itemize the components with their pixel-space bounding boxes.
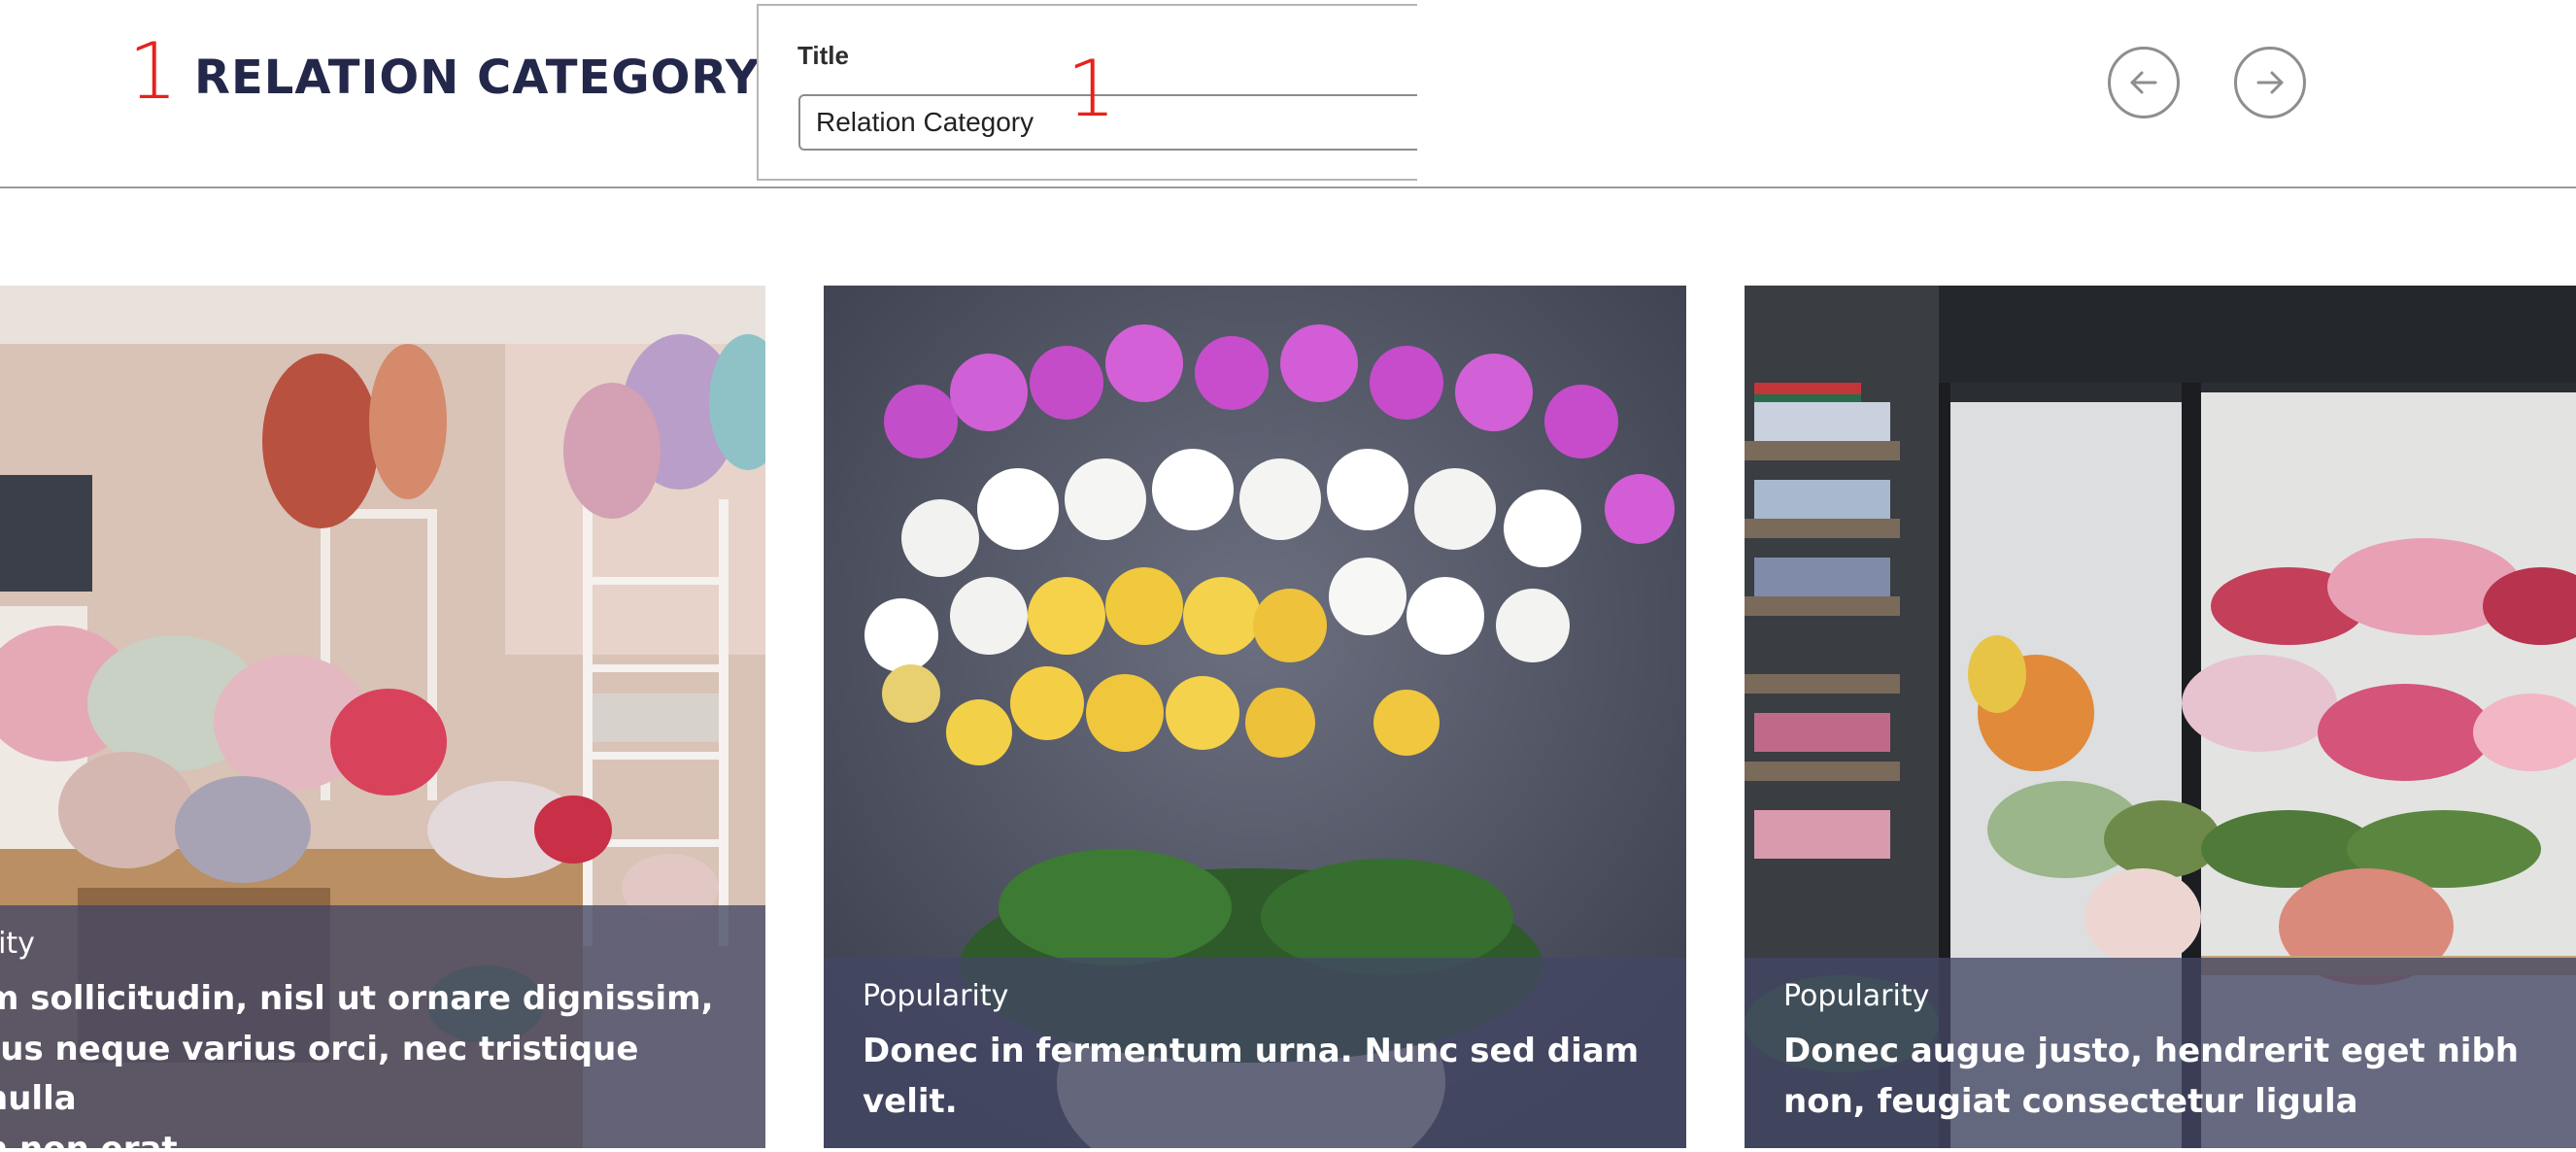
annotation-marker: 1 <box>128 26 178 117</box>
page-title: RELATION CATEGORY <box>194 51 761 105</box>
post-card[interactable]: ularity m sollicitudin, nisl ut ornare d… <box>0 286 765 1148</box>
post-card[interactable]: Popularity Donec in fermentum urna. Nunc… <box>824 286 1686 1148</box>
card-caption: Popularity Donec in fermentum urna. Nunc… <box>824 958 1686 1148</box>
annotation-marker: 1 <box>1067 44 1116 134</box>
card-headline[interactable]: Donec augue justo, hendrerit eget nibh n… <box>1783 1027 2537 1127</box>
previous-button[interactable] <box>2108 47 2180 119</box>
arrow-right-icon <box>2256 71 2284 94</box>
title-field-label: Title <box>797 41 849 70</box>
card-headline[interactable]: m sollicitudin, nisl ut ornare dignissim… <box>0 974 727 1148</box>
card-category: ularity <box>0 927 35 961</box>
card-category: Popularity <box>863 979 1009 1013</box>
post-card[interactable]: Popularity Donec augue justo, hendrerit … <box>1745 286 2576 1148</box>
arrow-left-icon <box>2130 71 2157 94</box>
card-caption: ularity m sollicitudin, nisl ut ornare d… <box>0 905 765 1148</box>
header: 1 RELATION CATEGORY Title 1 <box>0 0 2576 188</box>
card-caption: Popularity Donec augue justo, hendrerit … <box>1745 958 2576 1148</box>
card-headline[interactable]: Donec in fermentum urna. Nunc sed diam v… <box>863 1027 1647 1127</box>
card-category: Popularity <box>1783 979 1930 1013</box>
next-button[interactable] <box>2234 47 2306 119</box>
